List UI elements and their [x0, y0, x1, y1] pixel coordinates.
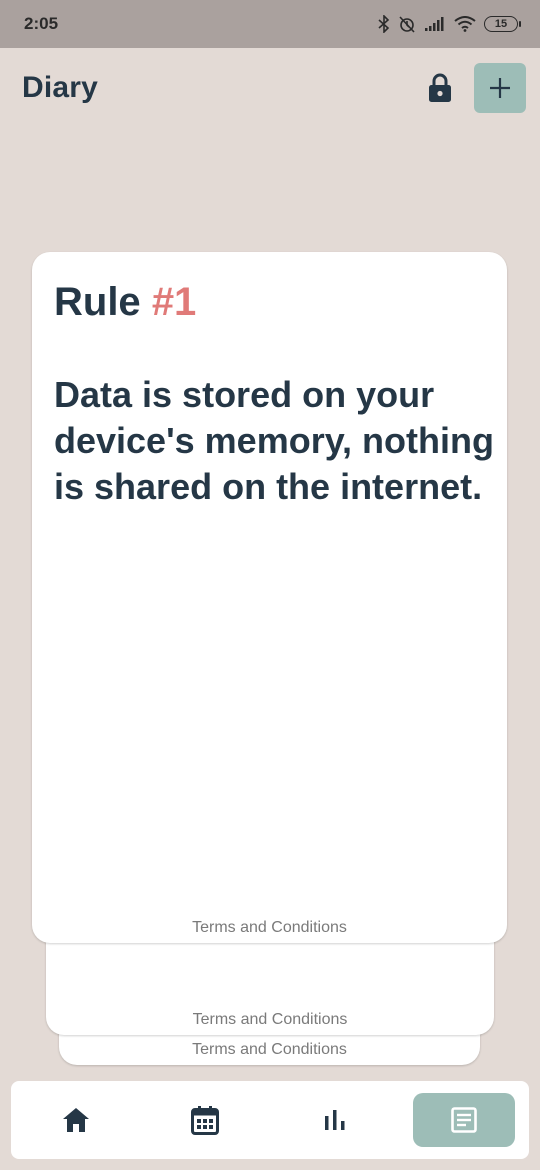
header-actions	[426, 63, 526, 113]
status-icons: 15	[378, 15, 521, 33]
rule-card[interactable]: Rule #1 Data is stored on your device's …	[32, 252, 507, 943]
signal-icon	[424, 16, 446, 32]
plus-icon	[490, 78, 510, 98]
notes-icon	[451, 1107, 478, 1133]
terms-link[interactable]: Terms and Conditions	[59, 1041, 480, 1059]
rule-text: Data is stored on your device's memory, …	[54, 374, 494, 507]
add-entry-button[interactable]	[474, 63, 526, 113]
terms-link[interactable]: Terms and Conditions	[32, 919, 507, 937]
nav-home[interactable]	[25, 1093, 127, 1147]
app-header: Diary	[0, 48, 540, 128]
lock-button[interactable]	[426, 72, 454, 104]
rule-title: Rule #1	[54, 280, 196, 325]
bluetooth-icon	[378, 15, 390, 33]
calendar-icon	[191, 1106, 220, 1135]
nav-stats[interactable]	[284, 1093, 386, 1147]
bottom-nav	[11, 1081, 529, 1159]
page-title: Diary	[22, 71, 99, 104]
home-icon	[62, 1108, 89, 1132]
wifi-icon	[454, 16, 476, 32]
status-time: 2:05	[24, 14, 59, 33]
lock-icon	[429, 73, 451, 102]
nav-calendar[interactable]	[154, 1093, 256, 1147]
rule-word: Rule	[54, 280, 141, 324]
rule-number: #1	[151, 280, 197, 324]
nav-notes[interactable]	[413, 1093, 516, 1147]
bar-chart-icon	[324, 1110, 345, 1130]
battery-icon: 15	[484, 16, 521, 32]
terms-link[interactable]: Terms and Conditions	[46, 1011, 494, 1029]
alarm-off-icon	[398, 15, 416, 33]
status-bar: 2:05 15	[0, 0, 540, 48]
